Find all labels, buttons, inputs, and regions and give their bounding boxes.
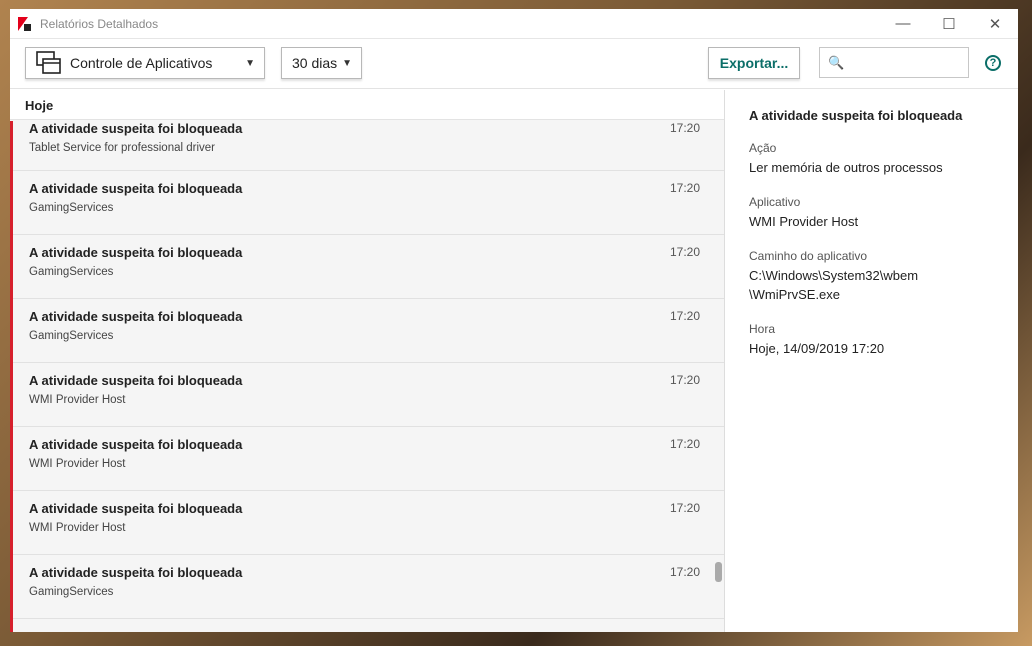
action-label: Ação bbox=[749, 141, 777, 155]
list-item[interactable]: A atividade suspeita foi bloqueada WMI Pr… bbox=[13, 363, 724, 427]
item-time: 17:20 bbox=[669, 181, 700, 195]
list-item[interactable]: A atividade suspeita foi bloqueada Gaming… bbox=[13, 555, 724, 619]
item-subtitle: WMI Provider Host bbox=[29, 458, 126, 470]
group-header: Hoje bbox=[10, 90, 724, 120]
item-time: 17:20 bbox=[669, 309, 700, 323]
item-title: A atividade suspeita foi bloqueada bbox=[29, 181, 243, 196]
item-title: A atividade suspeita foi bloqueada bbox=[29, 437, 243, 452]
path-line-2: \WmiPrvSE.exe bbox=[749, 287, 841, 302]
list-item[interactable]: A atividade suspeita foi bloqueada Gaming… bbox=[13, 171, 724, 235]
item-title: A atividade suspeita foi bloqueada bbox=[29, 565, 243, 580]
item-time: 17:20 bbox=[669, 565, 700, 579]
windows-icon bbox=[36, 51, 61, 74]
event-list: A atividade suspeita foi bloqueada Tablet… bbox=[10, 121, 724, 632]
item-subtitle: WMI Provider Host bbox=[29, 394, 126, 406]
list-item[interactable]: A atividade suspeita foi bloqueada WMI Pr… bbox=[13, 491, 724, 555]
time-value: Hoje, 14/09/2019 17:20 bbox=[749, 341, 885, 356]
chevron-down-icon: ▼ bbox=[342, 57, 352, 69]
chevron-down-icon: ▼ bbox=[245, 57, 255, 69]
search-input[interactable] bbox=[848, 55, 969, 70]
list-item-partial[interactable] bbox=[13, 619, 724, 630]
item-title: A atividade suspeita foi bloqueada bbox=[29, 245, 243, 260]
item-subtitle: WMI Provider Host bbox=[29, 522, 126, 534]
report-type-dropdown[interactable]: Controle de Aplicativos ▼ bbox=[25, 47, 265, 79]
export-button[interactable]: Exportar... bbox=[708, 47, 800, 79]
item-title: A atividade suspeita foi bloqueada bbox=[29, 373, 243, 388]
period-dropdown[interactable]: 30 dias ▼ bbox=[281, 47, 362, 79]
action-value: Ler memória de outros processos bbox=[749, 160, 943, 175]
item-subtitle: GamingServices bbox=[29, 586, 114, 598]
toolbar: Controle de Aplicativos ▼ 30 dias ▼ Expo… bbox=[10, 39, 1018, 89]
item-title: A atividade suspeita foi bloqueada bbox=[29, 121, 243, 136]
close-button[interactable]: ✕ bbox=[972, 9, 1018, 39]
app-value: WMI Provider Host bbox=[749, 214, 859, 229]
list-item[interactable]: A atividade suspeita foi bloqueada Gaming… bbox=[13, 235, 724, 299]
period-value: 30 dias bbox=[292, 55, 338, 71]
window-title: Relatórios Detalhados bbox=[40, 16, 159, 31]
item-time: 17:20 bbox=[669, 437, 700, 451]
detail-title: A atividade suspeita foi bloqueada bbox=[749, 108, 963, 123]
path-value: C:\Windows\System32\wbem \WmiPrvSE.exe bbox=[749, 266, 1009, 304]
item-time: 17:20 bbox=[669, 121, 700, 135]
item-subtitle: GamingServices bbox=[29, 266, 114, 278]
item-title: A atividade suspeita foi bloqueada bbox=[29, 309, 243, 324]
app-label: Aplicativo bbox=[749, 195, 801, 209]
item-subtitle: GamingServices bbox=[29, 330, 114, 342]
item-time: 17:20 bbox=[669, 501, 700, 515]
kaspersky-logo-icon bbox=[18, 16, 32, 31]
list-item[interactable]: A atividade suspeita foi bloqueada WMI Pr… bbox=[13, 427, 724, 491]
item-time: 17:20 bbox=[669, 373, 700, 387]
item-title: A atividade suspeita foi bloqueada bbox=[29, 501, 243, 516]
search-box[interactable]: 🔍 bbox=[819, 47, 969, 78]
help-icon[interactable]: ? bbox=[985, 55, 1001, 71]
item-subtitle: Tablet Service for professional driver bbox=[29, 142, 215, 154]
minimize-button[interactable]: — bbox=[880, 9, 926, 39]
event-list-panel: Hoje A atividade suspeita foi bloqueada T… bbox=[10, 90, 725, 632]
detail-panel: A atividade suspeita foi bloqueada Ação … bbox=[749, 108, 1009, 376]
list-item[interactable]: A atividade suspeita foi bloqueada Gaming… bbox=[13, 299, 724, 363]
report-type-value: Controle de Aplicativos bbox=[70, 55, 213, 71]
report-window: Relatórios Detalhados — ☐ ✕ Controle de … bbox=[10, 9, 1018, 632]
scrollbar-thumb[interactable] bbox=[715, 562, 722, 582]
item-time: 17:20 bbox=[669, 245, 700, 259]
maximize-button[interactable]: ☐ bbox=[926, 9, 972, 39]
path-label: Caminho do aplicativo bbox=[749, 249, 868, 263]
list-item[interactable]: A atividade suspeita foi bloqueada Tablet… bbox=[13, 121, 724, 171]
item-subtitle: GamingServices bbox=[29, 202, 114, 214]
path-line-1: C:\Windows\System32\wbem bbox=[749, 268, 919, 283]
title-bar: Relatórios Detalhados — ☐ ✕ bbox=[10, 9, 1018, 39]
time-label: Hora bbox=[749, 322, 776, 336]
search-icon: 🔍 bbox=[828, 54, 845, 70]
